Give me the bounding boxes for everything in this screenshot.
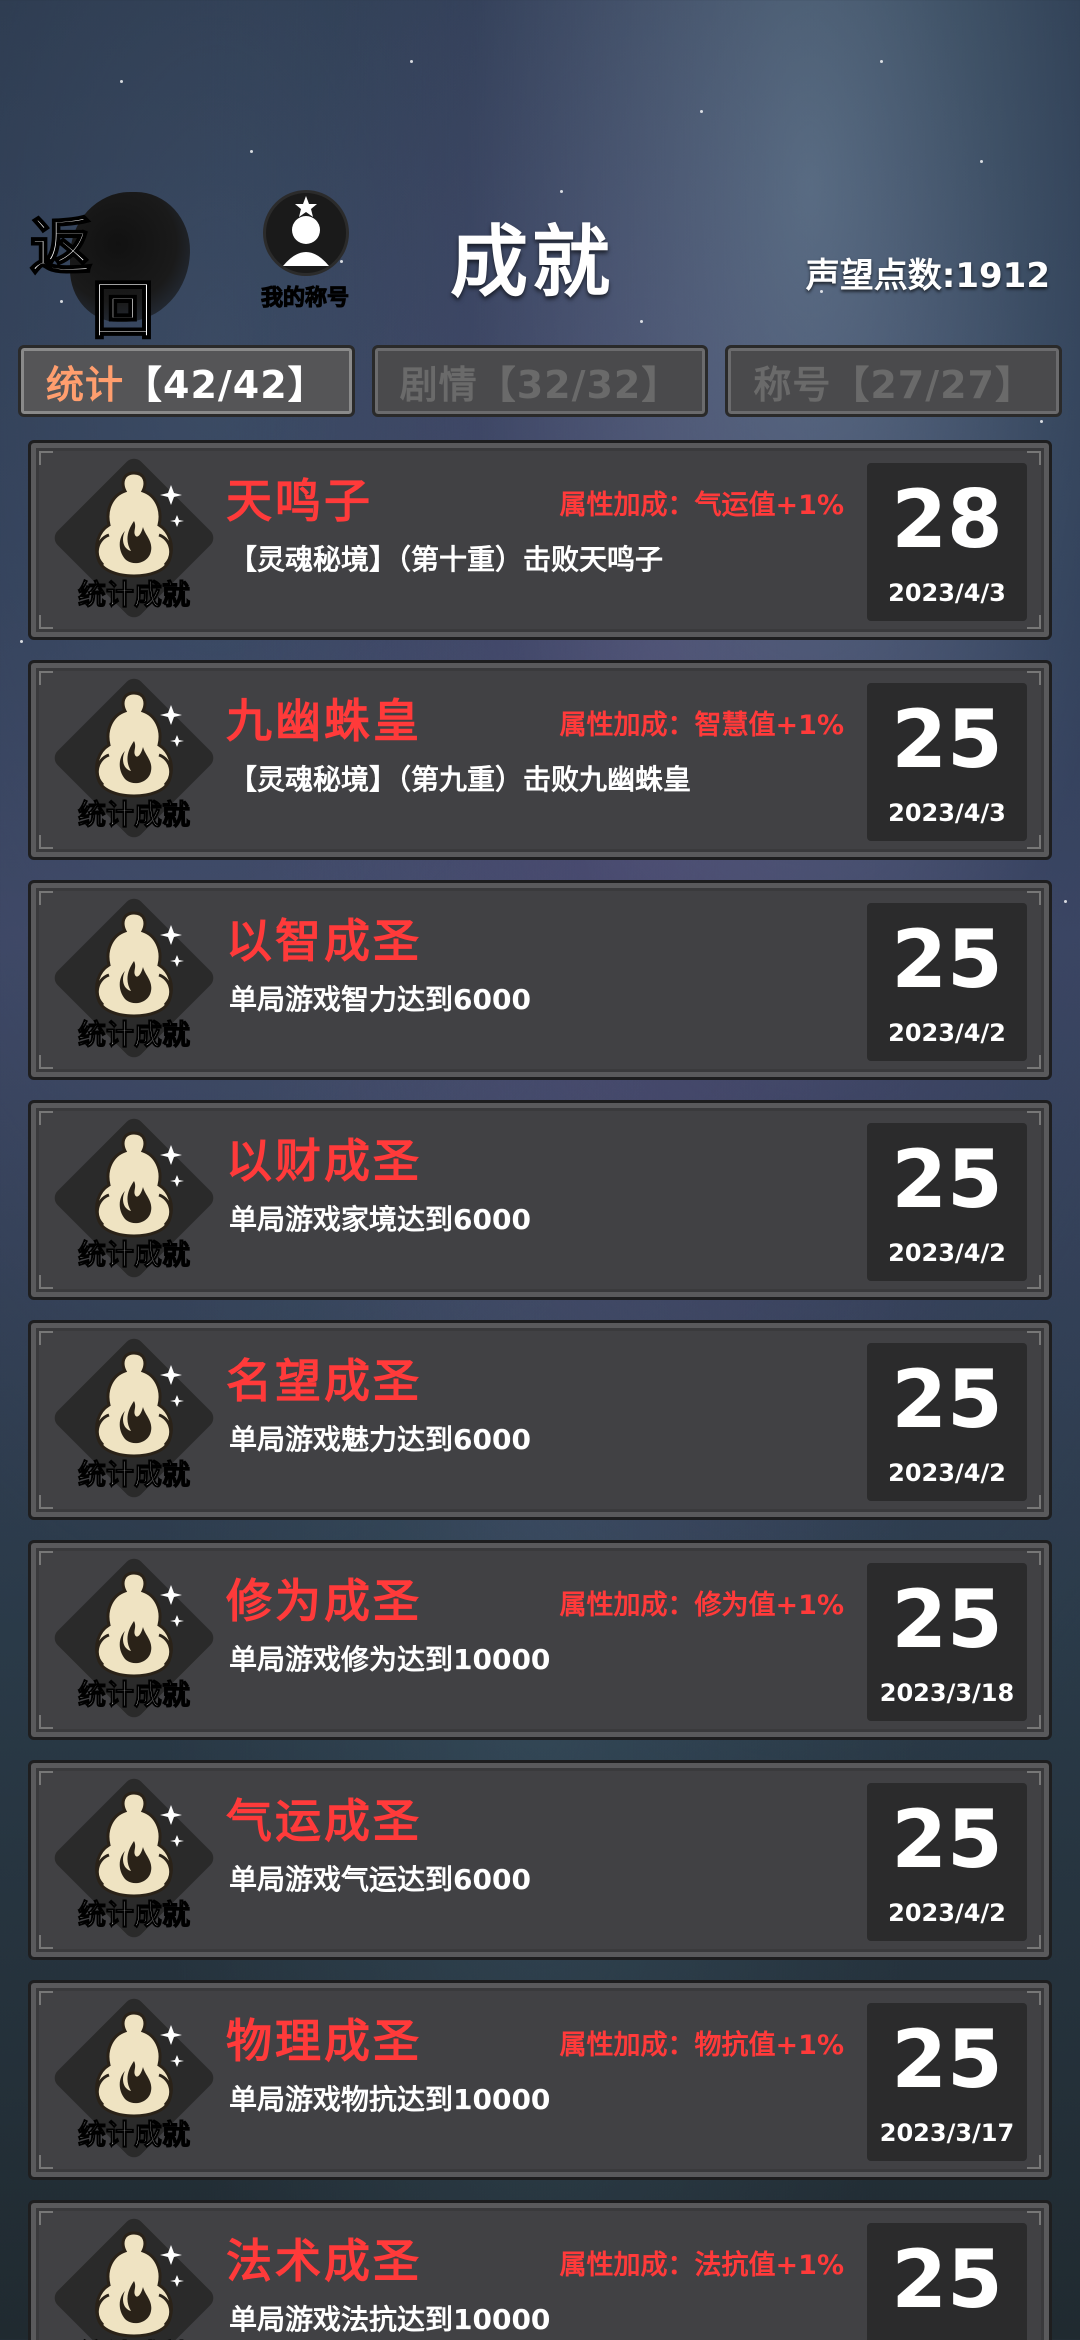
points-box: 25 2023/4/2 xyxy=(867,1123,1027,1281)
achievement-date: 2023/4/2 xyxy=(888,1019,1006,1047)
tab-statistics[interactable]: 统计 【42/42】 xyxy=(18,345,355,417)
achievement-points: 25 xyxy=(891,2013,1003,2106)
achievement-badge: 统计成就 xyxy=(50,454,218,623)
achievement-description: 【灵魂秘境】（第十重）击败天鸣子 xyxy=(229,543,664,576)
achievement-card[interactable]: 统计成就 物理成圣 属性加成：物抗值+1% 单局游戏物抗达到10000 25 2… xyxy=(28,1980,1052,2180)
achievement-badge: 统计成就 xyxy=(50,2214,218,2340)
points-box: 25 2023/3/17 xyxy=(867,2003,1027,2161)
achievement-date: 2023/3/18 xyxy=(879,1679,1015,1707)
achievement-description: 单局游戏物抗达到10000 xyxy=(229,2083,551,2116)
achievement-description: 单局游戏智力达到6000 xyxy=(229,983,531,1016)
achievement-date: 2023/4/2 xyxy=(888,1899,1006,1927)
achievement-bonus: 属性加成：法抗值+1% xyxy=(559,2250,844,2281)
achievement-name: 法术成圣 xyxy=(226,2234,422,2288)
reputation-points: 声望点数:1912 xyxy=(805,256,1050,296)
achievement-points: 28 xyxy=(891,473,1003,566)
my-title-button[interactable]: 我的称号 xyxy=(245,190,365,325)
achievement-card[interactable]: 统计成就 名望成圣 单局游戏魅力达到6000 25 2023/4/2 xyxy=(28,1320,1052,1520)
achievement-points: 25 xyxy=(891,2233,1003,2326)
achievement-name: 以智成圣 xyxy=(226,914,422,968)
achievement-bonus: 属性加成：智慧值+1% xyxy=(559,710,844,741)
achievement-date: 2023/3/17 xyxy=(879,2119,1015,2147)
badge-label: 统计成就 xyxy=(77,2118,190,2152)
achievement-card[interactable]: 统计成就 气运成圣 单局游戏气运达到6000 25 2023/4/2 xyxy=(28,1760,1052,1960)
back-label-2: 回 xyxy=(91,273,155,348)
achievement-badge: 统计成就 xyxy=(50,1994,218,2163)
page-title: 成就 xyxy=(450,217,615,308)
achievement-points: 25 xyxy=(891,913,1003,1006)
badge-label: 统计成就 xyxy=(77,1238,190,1272)
points-box: 25 2023/4/3 xyxy=(867,683,1027,841)
tab-story[interactable]: 剧情 【32/32】 xyxy=(371,345,709,417)
achievement-card[interactable]: 统计成就 以智成圣 单局游戏智力达到6000 25 2023/4/2 xyxy=(28,880,1052,1080)
achievement-card[interactable]: 统计成就 九幽蛛皇 属性加成：智慧值+1% 【灵魂秘境】（第九重）击败九幽蛛皇 … xyxy=(28,660,1052,860)
achievement-card[interactable]: 统计成就 天鸣子 属性加成：气运值+1% 【灵魂秘境】（第十重）击败天鸣子 28… xyxy=(28,440,1052,640)
badge-label: 统计成就 xyxy=(77,578,190,612)
achievement-name: 物理成圣 xyxy=(226,2014,422,2068)
achievement-description: 单局游戏修为达到10000 xyxy=(229,1643,551,1676)
achievement-description: 【灵魂秘境】（第九重）击败九幽蛛皇 xyxy=(229,763,692,796)
person-star-icon xyxy=(283,196,329,266)
achievement-name: 以财成圣 xyxy=(226,1134,422,1188)
achievement-badge: 统计成就 xyxy=(50,894,218,1063)
achievement-bonus: 属性加成：气运值+1% xyxy=(559,490,844,521)
points-box: 25 xyxy=(867,2223,1027,2340)
achievement-badge: 统计成就 xyxy=(50,1334,218,1503)
achievement-points: 25 xyxy=(891,693,1003,786)
achievement-badge: 统计成就 xyxy=(50,1554,218,1723)
achievement-name: 气运成圣 xyxy=(226,1794,422,1848)
achievement-description: 单局游戏家境达到6000 xyxy=(229,1203,531,1236)
achievement-points: 25 xyxy=(891,1133,1003,1226)
badge-label: 统计成就 xyxy=(77,1678,190,1712)
achievement-badge: 统计成就 xyxy=(50,674,218,843)
badge-label: 统计成就 xyxy=(77,1898,190,1932)
badge-label: 统计成就 xyxy=(59,2333,209,2340)
achievement-date: 2023/4/3 xyxy=(888,799,1006,827)
achievement-points: 25 xyxy=(891,1793,1003,1886)
achievement-bonus: 属性加成：物抗值+1% xyxy=(559,2030,844,2061)
achievement-name: 名望成圣 xyxy=(226,1354,422,1408)
points-box: 25 2023/4/2 xyxy=(867,1343,1027,1501)
header: 返 回 我的称号 成就 声望点数:1912 xyxy=(0,170,1080,348)
tab-bar: 统计 【42/42】 剧情 【32/32】 称号 【27/27】 xyxy=(18,345,1063,417)
back-label-1: 返 xyxy=(29,209,93,284)
gourd-flame-icon xyxy=(95,2231,184,2338)
achievement-bonus: 属性加成：修为值+1% xyxy=(559,1590,844,1621)
achievement-points: 25 xyxy=(891,1573,1003,1666)
points-box: 25 2023/4/2 xyxy=(867,1783,1027,1941)
back-button[interactable]: 返 回 xyxy=(22,182,190,348)
achievement-badge: 统计成就 xyxy=(50,1114,218,1283)
achievement-points: 25 xyxy=(891,1353,1003,1446)
badge-label: 统计成就 xyxy=(77,1458,190,1492)
achievement-description: 单局游戏魅力达到6000 xyxy=(229,1423,531,1456)
achievement-name: 天鸣子 xyxy=(226,474,373,528)
achievement-description: 单局游戏法抗达到10000 xyxy=(229,2303,551,2336)
achievement-card[interactable]: 统计成就 法术成圣 属性加成：法抗值+1% 单局游戏法抗达到10000 25 xyxy=(28,2200,1052,2340)
achievement-badge: 统计成就 xyxy=(50,1774,218,1943)
badge-label: 统计成就 xyxy=(77,1018,190,1052)
points-box: 25 2023/3/18 xyxy=(867,1563,1027,1721)
my-title-label: 我的称号 xyxy=(260,286,349,312)
points-box: 28 2023/4/3 xyxy=(867,463,1027,621)
achievement-description: 单局游戏气运达到6000 xyxy=(229,1863,531,1896)
achievement-card[interactable]: 统计成就 以财成圣 单局游戏家境达到6000 25 2023/4/2 xyxy=(28,1100,1052,1300)
achievement-date: 2023/4/2 xyxy=(888,1239,1006,1267)
achievement-name: 九幽蛛皇 xyxy=(226,694,422,748)
tab-titles[interactable]: 称号 【27/27】 xyxy=(725,345,1063,417)
points-box: 25 2023/4/2 xyxy=(867,903,1027,1061)
achievement-list: 统计成就 天鸣子 属性加成：气运值+1% 【灵魂秘境】（第十重）击败天鸣子 28… xyxy=(28,440,1052,2340)
badge-label: 统计成就 xyxy=(77,798,190,832)
achievement-name: 修为成圣 xyxy=(226,1574,422,1628)
achievement-date: 2023/4/3 xyxy=(888,579,1006,607)
achievement-date: 2023/4/2 xyxy=(888,1459,1006,1487)
achievement-card[interactable]: 统计成就 修为成圣 属性加成：修为值+1% 单局游戏修为达到10000 25 2… xyxy=(28,1540,1052,1740)
